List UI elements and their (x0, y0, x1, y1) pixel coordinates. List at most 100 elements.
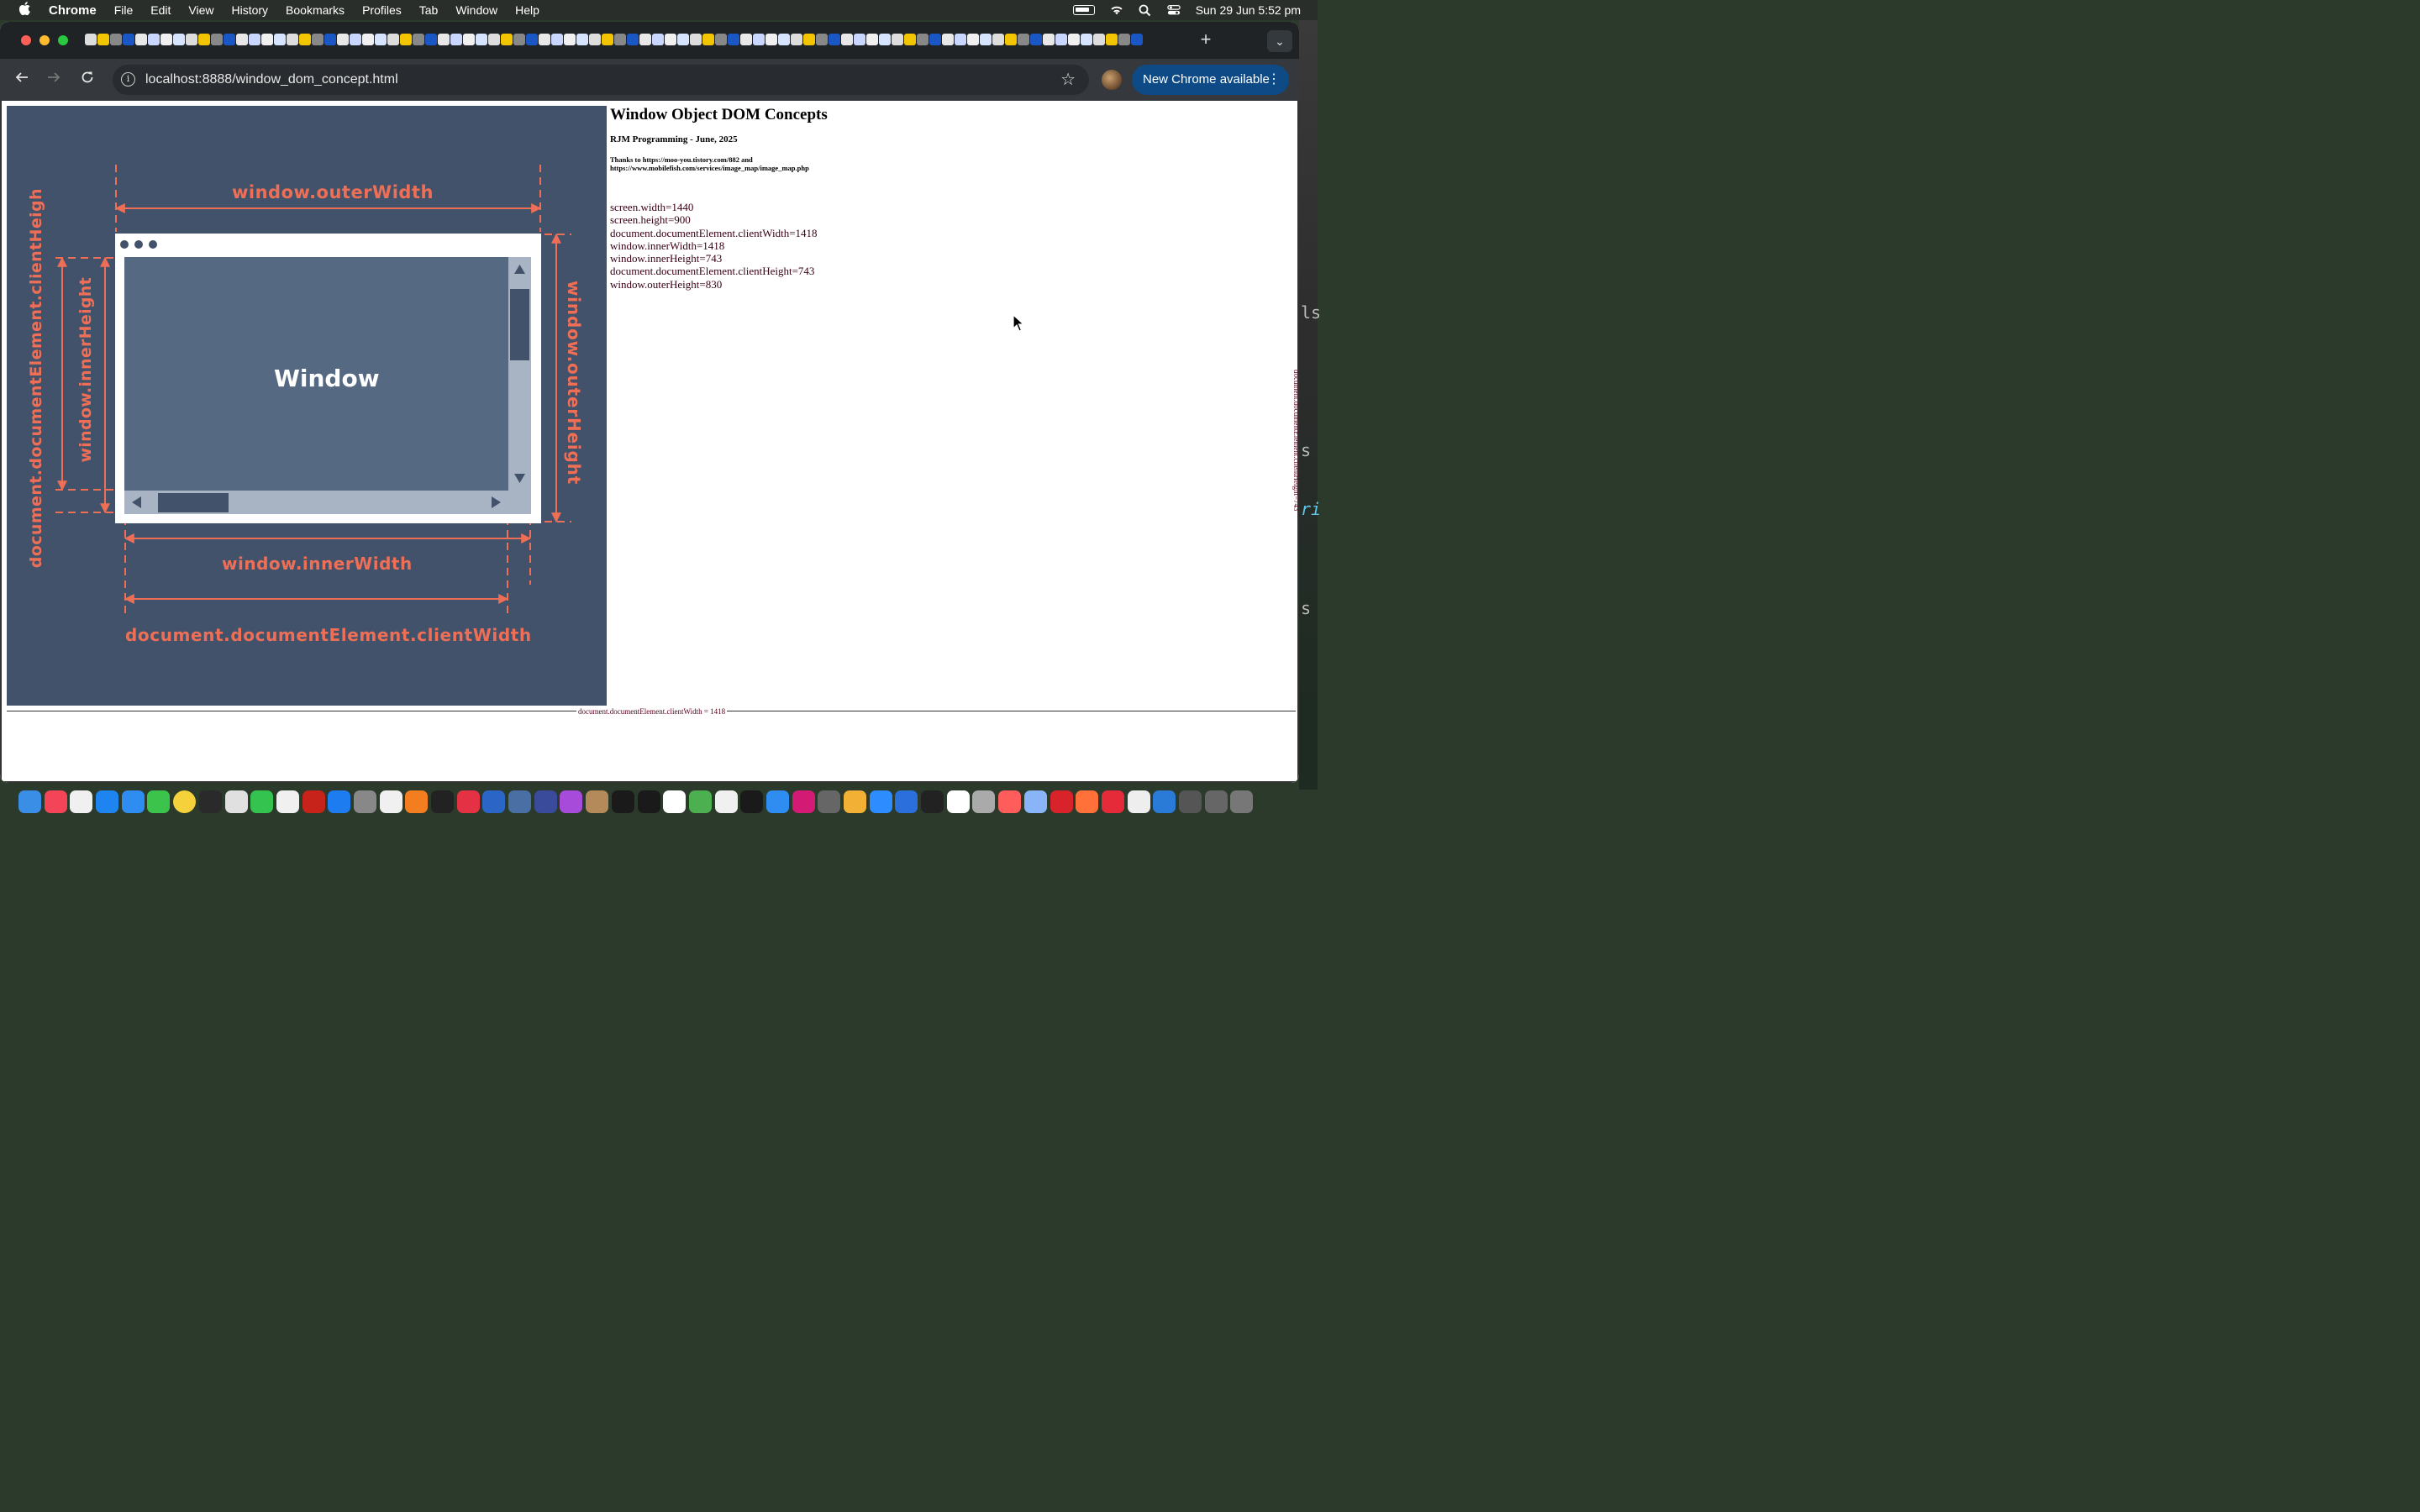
tab-favicon[interactable] (123, 34, 134, 45)
dock-app-icon[interactable] (895, 790, 918, 813)
dock-app-icon[interactable] (714, 790, 738, 813)
window-dimensions-diagram[interactable]: window.outerWidth window.innerWidth docu… (7, 106, 607, 706)
tab-search-chevron-down-icon[interactable]: ⌄ (1267, 30, 1292, 52)
tab-favicon[interactable] (1018, 34, 1029, 45)
tab-favicon[interactable] (387, 34, 399, 45)
tab-favicon[interactable] (476, 34, 487, 45)
dock-app-icon[interactable] (379, 790, 402, 813)
tab-favicon[interactable] (1118, 34, 1130, 45)
reload-icon[interactable] (76, 69, 98, 91)
dock-app-icon[interactable] (663, 790, 687, 813)
dock-app-icon[interactable] (44, 790, 67, 813)
tab-favicon[interactable] (564, 34, 576, 45)
dock-app-icon[interactable] (637, 790, 660, 813)
dock-app-icon[interactable] (353, 790, 376, 813)
tab-favicon[interactable] (753, 34, 765, 45)
dock-app-icon[interactable] (792, 790, 815, 813)
tab-favicon[interactable] (917, 34, 929, 45)
new-tab-plus-icon[interactable]: + (1197, 29, 1215, 50)
tab-favicon[interactable] (1131, 34, 1143, 45)
menu-history[interactable]: History (231, 3, 268, 17)
dock-app-icon[interactable] (946, 790, 970, 813)
dock-app-icon[interactable] (431, 790, 454, 813)
tab-favicon[interactable] (324, 34, 336, 45)
tab-favicon[interactable] (287, 34, 298, 45)
spotlight-search-icon[interactable] (1139, 4, 1152, 16)
tab-favicon[interactable] (299, 34, 311, 45)
tab-favicon[interactable] (236, 34, 248, 45)
dock-app-icon[interactable] (869, 790, 892, 813)
wifi-icon[interactable] (1110, 4, 1123, 16)
dock-app-icon[interactable] (844, 790, 866, 813)
dock-app-icon[interactable] (482, 790, 506, 813)
dock-app-icon[interactable] (534, 790, 557, 813)
tab-favicon[interactable] (274, 34, 286, 45)
dock-app-icon[interactable] (96, 790, 119, 813)
dock-app-icon[interactable] (250, 790, 274, 813)
dock-app-icon[interactable] (1204, 790, 1228, 813)
tab-favicon[interactable] (526, 34, 538, 45)
menu-profiles[interactable]: Profiles (362, 3, 402, 17)
tab-favicon[interactable] (639, 34, 651, 45)
tab-favicon[interactable] (980, 34, 992, 45)
dock-app-icon[interactable] (560, 790, 583, 813)
address-bar[interactable]: i localhost:8888/window_dom_concept.html… (113, 65, 1089, 95)
tab-favicon[interactable] (955, 34, 966, 45)
tab-favicon[interactable] (614, 34, 626, 45)
tab-favicon[interactable] (1055, 34, 1067, 45)
tab-favicon[interactable] (841, 34, 853, 45)
dock-app-icon[interactable] (1178, 790, 1202, 813)
profile-avatar[interactable] (1102, 70, 1122, 90)
tab-favicon[interactable] (1030, 34, 1042, 45)
tab-favicon[interactable] (904, 34, 916, 45)
menu-bookmarks[interactable]: Bookmarks (286, 3, 345, 17)
tab-favicon[interactable] (135, 34, 147, 45)
pinned-tab-favicons[interactable] (85, 34, 1165, 47)
dock-app-icon[interactable] (1076, 790, 1099, 813)
tab-favicon[interactable] (413, 34, 424, 45)
dock-app-icon[interactable] (224, 790, 248, 813)
tab-favicon[interactable] (463, 34, 475, 45)
tab-favicon[interactable] (173, 34, 185, 45)
tab-favicon[interactable] (854, 34, 865, 45)
tab-favicon[interactable] (337, 34, 349, 45)
dock-app-icon[interactable] (1230, 790, 1254, 813)
tab-favicon[interactable] (1005, 34, 1017, 45)
tab-favicon[interactable] (791, 34, 802, 45)
tab-favicon[interactable] (97, 34, 109, 45)
tab-favicon[interactable] (728, 34, 739, 45)
dock-app-icon[interactable] (1127, 790, 1150, 813)
menu-tab[interactable]: Tab (419, 3, 439, 17)
dock-app-icon[interactable] (405, 790, 429, 813)
dock-app-icon[interactable] (147, 790, 171, 813)
tab-favicon[interactable] (627, 34, 639, 45)
tab-favicon[interactable] (829, 34, 840, 45)
minimize-window-button[interactable] (39, 35, 50, 45)
tab-favicon[interactable] (702, 34, 714, 45)
dock-app-icon[interactable] (173, 790, 197, 813)
tab-favicon[interactable] (425, 34, 437, 45)
tab-favicon[interactable] (1106, 34, 1118, 45)
dock-app-icon[interactable] (921, 790, 944, 813)
close-window-button[interactable] (21, 35, 31, 45)
dock-app-icon[interactable] (740, 790, 764, 813)
tab-favicon[interactable] (866, 34, 878, 45)
dock-app-icon[interactable] (328, 790, 351, 813)
control-center-icon[interactable] (1166, 4, 1181, 16)
tab-favicon[interactable] (602, 34, 613, 45)
dock-app-icon[interactable] (302, 790, 325, 813)
tab-favicon[interactable] (450, 34, 462, 45)
tab-favicon[interactable] (677, 34, 689, 45)
menu-help[interactable]: Help (515, 3, 539, 17)
tab-favicon[interactable] (740, 34, 752, 45)
tab-favicon[interactable] (261, 34, 273, 45)
new-chrome-available-button[interactable]: New Chrome available ⋮ (1132, 65, 1289, 95)
bookmark-star-icon[interactable]: ☆ (1060, 69, 1076, 90)
tab-favicon[interactable] (715, 34, 727, 45)
zoom-window-button[interactable] (58, 35, 68, 45)
dock-app-icon[interactable] (198, 790, 222, 813)
dock-app-icon[interactable] (508, 790, 532, 813)
dock-app-icon[interactable] (765, 790, 789, 813)
tab-favicon[interactable] (1068, 34, 1080, 45)
tab-favicon[interactable] (160, 34, 172, 45)
